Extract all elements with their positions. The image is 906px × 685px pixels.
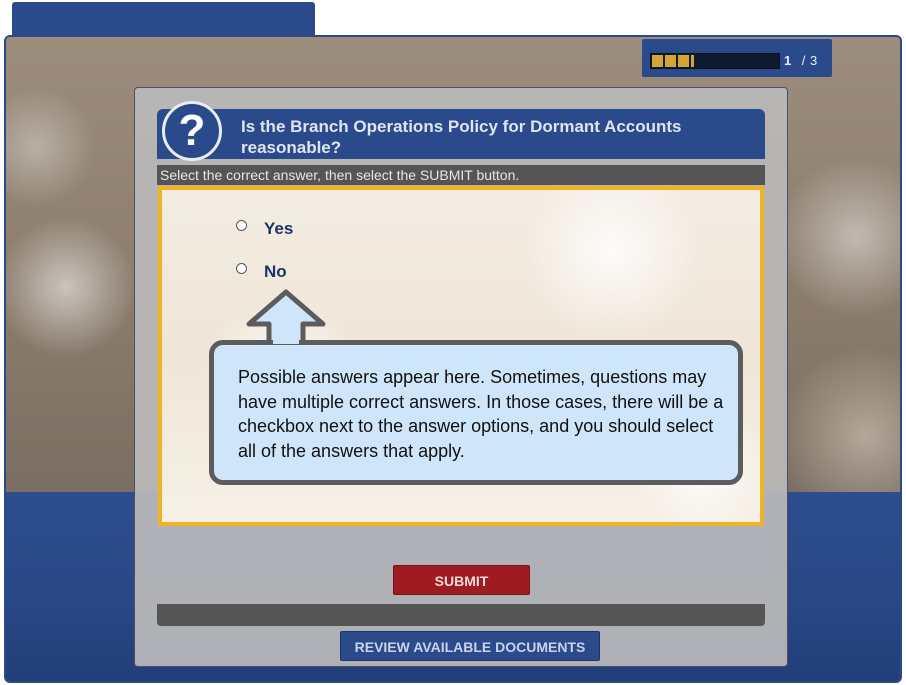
question-text: Is the Branch Operations Policy for Dorm… xyxy=(241,117,682,157)
question-mark-icon: ? xyxy=(162,101,222,161)
option-label: Yes xyxy=(264,219,294,238)
callout-text: Possible answers appear here. Sometimes,… xyxy=(238,367,724,461)
question-header: ? Is the Branch Operations Policy for Do… xyxy=(157,101,765,161)
instruction-text: Select the correct answer, then select t… xyxy=(157,165,765,185)
dialog-footer-strip xyxy=(157,604,765,626)
option-no[interactable]: No xyxy=(236,261,287,283)
callout-arrow-joint xyxy=(273,330,299,344)
progress-total: / 3 xyxy=(801,53,818,68)
radio-button[interactable] xyxy=(236,262,247,274)
top-tab xyxy=(12,2,315,38)
submit-button[interactable]: SUBMIT xyxy=(393,565,530,595)
review-documents-button[interactable]: REVIEW AVAILABLE DOCUMENTS xyxy=(340,631,600,661)
option-yes[interactable]: Yes xyxy=(236,218,293,240)
progress-current: 1 xyxy=(784,53,792,68)
tutorial-callout: Possible answers appear here. Sometimes,… xyxy=(209,340,743,485)
progress-indicator: 1 / 3 xyxy=(642,39,832,77)
progress-bar xyxy=(650,53,780,69)
progress-counter: 1 / 3 xyxy=(784,53,818,68)
progress-bar-fill xyxy=(652,55,694,67)
radio-button[interactable] xyxy=(236,219,247,231)
option-label: No xyxy=(264,262,287,281)
